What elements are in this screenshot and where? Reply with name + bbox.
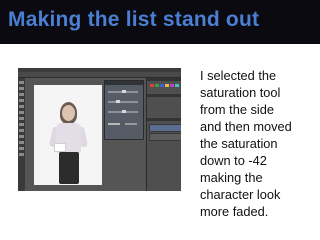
crop-tool-icon xyxy=(19,99,24,102)
layer-item xyxy=(149,124,181,132)
color-panel-header xyxy=(147,78,181,81)
swatch-red xyxy=(150,84,154,87)
sponge-tool-icon xyxy=(19,129,24,132)
dialog-header xyxy=(105,81,143,85)
body-line: saturation tool xyxy=(200,85,281,100)
swatch-cyan xyxy=(175,84,179,87)
swatch-green xyxy=(155,84,159,87)
marquee-tool-icon xyxy=(19,87,24,90)
brush-tool-icon xyxy=(19,111,24,114)
eyedropper-tool-icon xyxy=(19,105,24,108)
editor-screenshot xyxy=(18,68,181,191)
swatch-yellow xyxy=(165,84,169,87)
saturation-slider xyxy=(108,101,138,103)
document-canvas xyxy=(34,85,102,185)
slide-title-bar: Making the list stand out xyxy=(0,0,320,44)
layers-panel-header xyxy=(147,118,181,121)
lasso-tool-icon xyxy=(19,93,24,96)
swatch-magenta xyxy=(170,84,174,87)
body-line: character look xyxy=(200,187,281,202)
zoom-tool-icon xyxy=(19,153,24,156)
body-line: more faded. xyxy=(200,204,269,219)
tools-panel xyxy=(18,78,25,191)
clone-tool-icon xyxy=(19,117,24,120)
lightness-slider-knob xyxy=(122,110,126,113)
figure-legs xyxy=(59,152,79,184)
body-line: the saturation xyxy=(200,136,278,151)
shape-tool-icon xyxy=(19,141,24,144)
figure-paper xyxy=(54,143,66,152)
text-tool-icon xyxy=(19,135,24,138)
layer-item xyxy=(149,133,181,141)
cancel-button xyxy=(125,123,137,125)
hand-tool-icon xyxy=(19,147,24,150)
saturation-slider-knob xyxy=(116,100,120,103)
slide-title: Making the list stand out xyxy=(8,8,260,31)
move-tool-icon xyxy=(19,81,24,84)
hue-saturation-dialog xyxy=(104,80,144,140)
figure-head xyxy=(62,105,75,121)
right-panels xyxy=(146,78,181,191)
eraser-tool-icon xyxy=(19,123,24,126)
swatch-blue xyxy=(160,84,164,87)
adjustments-panel-header xyxy=(147,94,181,97)
body-line: I selected the xyxy=(200,68,277,83)
ok-button xyxy=(108,123,120,125)
slide-body-text: I selected the saturation tool from the … xyxy=(200,67,308,220)
hue-slider-knob xyxy=(122,90,126,93)
body-line: making the xyxy=(200,170,263,185)
body-line: down to -42 xyxy=(200,153,267,168)
body-line: and then moved xyxy=(200,119,292,134)
body-line: from the side xyxy=(200,102,274,117)
